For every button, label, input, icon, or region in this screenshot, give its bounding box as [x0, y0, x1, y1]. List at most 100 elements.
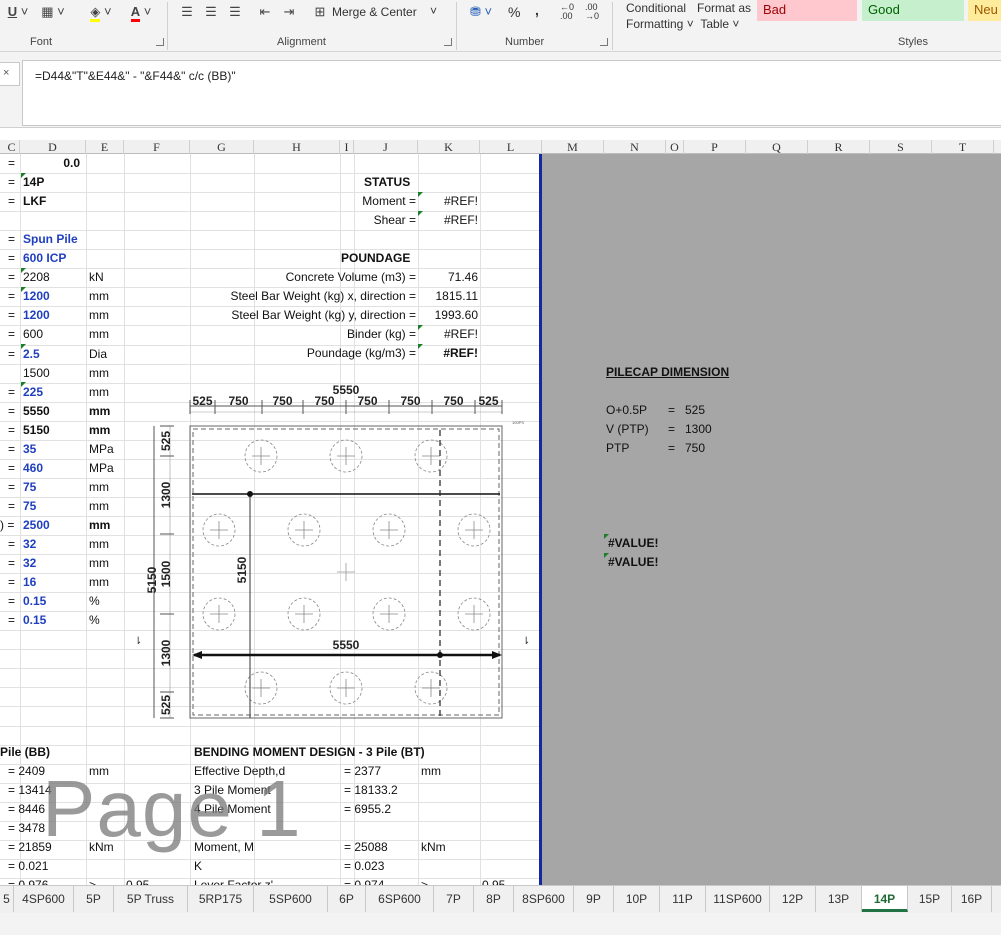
left-dimension-label: 1300: [159, 639, 173, 666]
sheet-tab-5p[interactable]: 5P: [74, 886, 114, 912]
input-value: 16: [23, 575, 37, 590]
align-right-icon[interactable]: ☰: [226, 4, 244, 20]
column-header[interactable]: T: [932, 140, 994, 154]
font-color-icon[interactable]: A ˅: [124, 4, 158, 22]
bm-bt-value: = 18133.2: [344, 783, 398, 798]
status-title: STATUS: [364, 175, 411, 189]
top-dimension-label: 750: [443, 394, 463, 408]
pilecap-label: V (PTP): [606, 422, 649, 437]
style-good[interactable]: Good: [862, 0, 964, 21]
input-value: 75: [23, 479, 37, 494]
column-header[interactable]: S: [870, 140, 932, 154]
column-header[interactable]: J: [354, 140, 418, 154]
comma-style-button[interactable]: ,: [535, 2, 539, 18]
column-header[interactable]: D: [20, 140, 86, 154]
unit-label: mm: [89, 498, 109, 513]
sheet-tab-4sp600[interactable]: 4SP600: [14, 886, 74, 912]
poundage-label: Steel Bar Weight (kg) y, direction =: [231, 308, 416, 323]
bm-bb-title: Pile (BB): [0, 745, 51, 759]
sheet-tab-11sp600[interactable]: 11SP600: [706, 886, 770, 912]
column-header[interactable]: N: [604, 140, 666, 154]
sheet-tab-8sp600[interactable]: 8SP600: [514, 886, 574, 912]
bm-bt-value: = 6955.2: [344, 802, 392, 817]
name-box-edge[interactable]: ×: [0, 62, 20, 86]
sheet-tab-5sp600[interactable]: 5SP600: [254, 886, 328, 912]
column-header[interactable]: K: [418, 140, 480, 154]
column-header[interactable]: Q: [746, 140, 808, 154]
sheet-tab-7p[interactable]: 7P: [434, 886, 474, 912]
align-left-icon[interactable]: ☰: [178, 4, 196, 20]
increase-indent-icon[interactable]: ⇥: [280, 4, 298, 20]
alignment-launcher-icon[interactable]: [444, 38, 452, 46]
merge-center-icon[interactable]: ⊞: [312, 4, 328, 20]
font-launcher-icon[interactable]: [156, 38, 164, 46]
column-header[interactable]: E: [86, 140, 124, 154]
unit-label: mm: [89, 289, 109, 304]
sheet-tab-13p[interactable]: 13P: [816, 886, 862, 912]
sheet-tab-15p[interactable]: 15P: [908, 886, 952, 912]
row-equals-sign: =: [8, 613, 16, 628]
column-header[interactable]: L: [480, 140, 542, 154]
pilecap-label: PTP: [606, 441, 630, 456]
pile-circle: [329, 671, 363, 705]
poundage-label: Steel Bar Weight (kg) x, direction =: [230, 289, 416, 304]
input-value: 5150: [23, 422, 50, 437]
sheet-tab-6p[interactable]: 6P: [328, 886, 366, 912]
increase-decimal-button[interactable]: ←0.00: [560, 3, 574, 21]
underline-icon[interactable]: U ˅: [6, 4, 30, 20]
column-header[interactable]: I: [340, 140, 354, 154]
borders-icon[interactable]: ▦ ˅: [38, 4, 68, 20]
section-marker-right: ⇂: [522, 636, 530, 647]
sheet-tab-10p[interactable]: 10P: [614, 886, 660, 912]
row-equals-sign: =: [8, 289, 16, 304]
sheet-tab-16p[interactable]: 16P: [952, 886, 992, 912]
sheet-tab-5rp175[interactable]: 5RP175: [188, 886, 254, 912]
merge-center-button[interactable]: Merge & Center: [332, 5, 417, 19]
unit-label: Dia: [89, 346, 108, 361]
column-header[interactable]: G: [190, 140, 254, 154]
column-header[interactable]: R: [808, 140, 870, 154]
column-header[interactable]: M: [542, 140, 604, 154]
formula-input[interactable]: =D44&"T"&E44&" - "&F44&" c/c (BB)": [22, 60, 1001, 126]
section-marker-left: ⇂: [134, 636, 142, 647]
column-header[interactable]: O: [666, 140, 684, 154]
percent-style-button[interactable]: %: [508, 4, 520, 20]
pilecap-equals: =: [668, 403, 676, 417]
column-header[interactable]: P: [684, 140, 746, 154]
sheet-tab-5[interactable]: 5: [0, 886, 14, 912]
sheet-tab-11p[interactable]: 11P: [660, 886, 706, 912]
fill-color-icon[interactable]: ◈ ˅: [84, 4, 118, 22]
group-separator: [167, 2, 168, 50]
column-header[interactable]: H: [254, 140, 340, 154]
accounting-format-icon[interactable]: ⛃ ˅: [466, 4, 496, 20]
merge-dropdown-chevron-icon[interactable]: ˅: [430, 4, 437, 18]
left-total-dimension: 5150: [145, 566, 159, 593]
bm-bt-label: K: [194, 859, 203, 874]
sheet-tab-9p[interactable]: 9P: [574, 886, 614, 912]
number-launcher-icon[interactable]: [600, 38, 608, 46]
sheet-tab-6sp600[interactable]: 6SP600: [366, 886, 434, 912]
style-neutral[interactable]: Neu: [968, 0, 1001, 21]
column-header[interactable]: C: [4, 140, 20, 154]
unit-label: MPa: [89, 460, 114, 475]
sheet-tab-12p[interactable]: 12P: [770, 886, 816, 912]
decrease-indent-icon[interactable]: ⇤: [256, 4, 274, 20]
conditional-formatting-button[interactable]: Conditional Formatting ˅: [626, 0, 694, 32]
row-equals-sign: =: [8, 270, 16, 285]
style-bad[interactable]: Bad: [757, 0, 857, 21]
row-equals-sign: =: [8, 175, 16, 190]
top-total-dimension: 5550: [333, 383, 360, 397]
column-header[interactable]: F: [124, 140, 190, 154]
align-center-icon[interactable]: ☰: [202, 4, 220, 20]
decrease-decimal-button[interactable]: .00 →0: [585, 3, 599, 21]
row-equals-sign: =: [8, 308, 16, 323]
format-as-table-button[interactable]: Format as Table ˅: [697, 0, 751, 32]
sheet-tab-5p-truss[interactable]: 5P Truss: [114, 886, 188, 912]
unit-label: mm: [89, 308, 109, 323]
sheet-tab-14p[interactable]: 14P: [862, 886, 908, 912]
top-dimension-label: 750: [357, 394, 377, 408]
bm-bt-title: BENDING MOMENT DESIGN - 3 Pile (BT): [194, 745, 425, 759]
top-dimension-label: 750: [400, 394, 420, 408]
sheet-tab-8p[interactable]: 8P: [474, 886, 514, 912]
pile-circle: [414, 671, 448, 705]
